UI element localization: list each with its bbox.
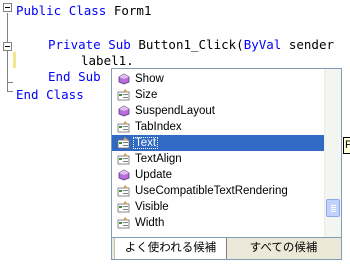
class-name: Form1 bbox=[113, 3, 152, 18]
keyword: Sub bbox=[108, 37, 131, 52]
method-icon bbox=[117, 169, 131, 181]
member-label: Text bbox=[133, 137, 159, 149]
keyword: Class bbox=[46, 87, 84, 102]
member-list[interactable]: Show Size SuspendLayout TabIndex Text TextAli… bbox=[112, 71, 324, 236]
member-item-text[interactable]: Text bbox=[112, 135, 324, 151]
collapse-sub-toggle[interactable] bbox=[3, 42, 12, 51]
property-icon bbox=[117, 201, 131, 213]
keyword: Private bbox=[48, 37, 101, 52]
member-list-scrollbar[interactable] bbox=[324, 69, 341, 237]
keyword: Class bbox=[68, 3, 107, 18]
member-item-visible[interactable]: Visible bbox=[112, 199, 324, 215]
property-icon bbox=[117, 217, 131, 229]
method-icon bbox=[117, 73, 131, 85]
change-indicator bbox=[13, 52, 16, 68]
member-item-suspendlayout[interactable]: SuspendLayout bbox=[112, 103, 324, 119]
tab-common-members[interactable]: よく使われる候補 bbox=[114, 238, 227, 259]
member-label: SuspendLayout bbox=[135, 105, 215, 117]
keyword: End bbox=[16, 87, 39, 102]
keyword: ByVal bbox=[243, 37, 282, 52]
typed-expression: label1. bbox=[81, 53, 134, 68]
member-label: UseCompatibleTextRendering bbox=[135, 185, 288, 197]
keyword: Sub bbox=[78, 69, 101, 84]
property-icon bbox=[117, 137, 131, 149]
member-label: TabIndex bbox=[135, 121, 182, 133]
member-label: Update bbox=[135, 169, 173, 181]
intellisense-popup[interactable]: Show Size SuspendLayout TabIndex Text TextAli… bbox=[111, 68, 342, 260]
collapse-class-toggle[interactable] bbox=[3, 3, 12, 12]
code-line-3[interactable]: label1. bbox=[81, 53, 134, 69]
code-line-4[interactable]: End Sub bbox=[48, 69, 101, 85]
parameter-text: sender bbox=[281, 37, 335, 52]
member-item-size[interactable]: Size bbox=[112, 87, 324, 103]
member-label: Show bbox=[135, 73, 164, 85]
member-label: TextAlign bbox=[135, 153, 182, 165]
property-icon bbox=[117, 153, 131, 165]
keyword: Public bbox=[16, 3, 62, 18]
code-line-1[interactable]: Public Class Form1 bbox=[16, 3, 152, 19]
outline-margin bbox=[0, 0, 16, 270]
member-label: Width bbox=[135, 217, 165, 229]
keyword: End bbox=[48, 69, 71, 84]
tab-all-members[interactable]: すべての候補 bbox=[227, 238, 340, 259]
grip-line bbox=[331, 207, 336, 208]
outline-guide bbox=[7, 13, 8, 91]
member-item-width[interactable]: Width bbox=[112, 215, 324, 231]
member-label: Visible bbox=[135, 201, 169, 213]
property-icon bbox=[117, 121, 131, 133]
outline-end-tick bbox=[7, 82, 13, 83]
code-line-2[interactable]: Private Sub Button1_Click(ByVal sender bbox=[48, 37, 334, 53]
method-name: Button1_Click( bbox=[138, 37, 244, 52]
grip-line bbox=[331, 209, 336, 210]
scroll-thumb[interactable] bbox=[326, 199, 340, 217]
member-item-textalign[interactable]: TextAlign bbox=[112, 151, 324, 167]
member-item-usecompatibletextrendering[interactable]: UseCompatibleTextRendering bbox=[112, 183, 324, 199]
quick-info-tooltip: P bbox=[343, 137, 350, 154]
member-item-update[interactable]: Update bbox=[112, 167, 324, 183]
member-item-show[interactable]: Show bbox=[112, 71, 324, 87]
property-icon bbox=[117, 89, 131, 101]
member-item-tabindex[interactable]: TabIndex bbox=[112, 119, 324, 135]
method-icon bbox=[117, 105, 131, 117]
grip-line bbox=[331, 211, 336, 212]
member-label: Size bbox=[135, 89, 158, 101]
outline-end-tick bbox=[7, 91, 13, 92]
code-line-5[interactable]: End Class bbox=[16, 87, 84, 103]
property-icon bbox=[117, 185, 131, 197]
grip-line bbox=[331, 205, 336, 206]
member-filter-tabs: よく使われる候補 すべての候補 bbox=[112, 237, 341, 259]
